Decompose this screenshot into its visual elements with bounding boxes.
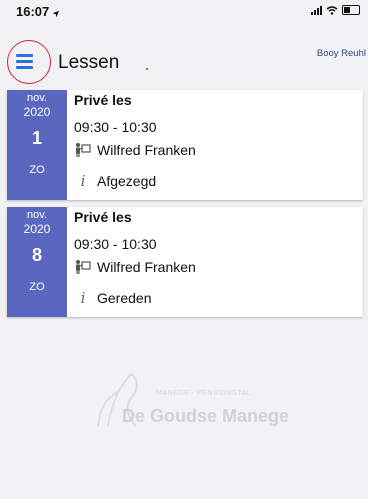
status-bar: 16:07 ➤	[0, 0, 368, 22]
lesson-date: nov. 2020 1 ZO	[7, 90, 67, 200]
trainer-row: Wilfred Franken	[75, 142, 196, 158]
lesson-status: Gereden	[97, 290, 152, 306]
menu-button[interactable]	[7, 40, 51, 84]
status-icons	[311, 5, 360, 15]
lesson-status: Afgezegd	[97, 173, 157, 189]
lesson-card[interactable]: nov. 2020 1 ZO Privé les 09:30 - 10:30 W…	[7, 90, 363, 200]
logo-subtitle: MANEGE - PENSIONSTAL	[156, 390, 252, 397]
manege-logo: MANEGE - PENSIONSTAL De Goudse Manege	[92, 368, 292, 430]
hamburger-menu-icon-line[interactable]	[16, 66, 33, 69]
trainer-name: Wilfred Franken	[97, 259, 196, 275]
trainer-row: Wilfred Franken	[75, 259, 196, 275]
lesson-info: Privé les 09:30 - 10:30 Wilfred Franken …	[67, 207, 363, 317]
battery-icon	[342, 5, 360, 15]
app-header: Lessen Booy Reuhl	[0, 22, 368, 84]
lesson-day: 8	[31, 245, 42, 265]
info-icon: i	[80, 172, 86, 190]
instructor-board-icon	[76, 260, 91, 274]
lesson-weekday: ZO	[29, 164, 45, 176]
decorative-dot	[146, 68, 148, 70]
lesson-title: Privé les	[74, 209, 132, 225]
lesson-year: 2020	[23, 222, 51, 236]
lesson-info: Privé les 09:30 - 10:30 Wilfred Franken …	[67, 90, 363, 200]
lesson-month: nov.	[27, 92, 47, 104]
hamburger-menu-icon-line[interactable]	[16, 60, 33, 63]
status-row: i Gereden	[75, 289, 152, 307]
lesson-year: 2020	[23, 105, 51, 119]
logo-name: De Goudse Manege	[122, 406, 290, 426]
lesson-card[interactable]: nov. 2020 8 ZO Privé les 09:30 - 10:30 W…	[7, 207, 363, 317]
lesson-title: Privé les	[74, 92, 132, 108]
lesson-month: nov.	[27, 209, 47, 221]
hamburger-menu-icon[interactable]	[16, 54, 33, 57]
page-title: Lessen	[58, 52, 120, 73]
trainer-name: Wilfred Franken	[97, 142, 196, 158]
time-text: 16:07	[16, 4, 50, 19]
instructor-board-icon	[76, 143, 91, 157]
info-icon: i	[80, 289, 86, 307]
lesson-time: 09:30 - 10:30	[74, 119, 157, 135]
lesson-time: 09:30 - 10:30	[74, 236, 157, 252]
lesson-day: 1	[31, 128, 42, 148]
signal-icon	[311, 5, 322, 15]
lesson-weekday: ZO	[29, 281, 45, 293]
lesson-date: nov. 2020 8 ZO	[7, 207, 67, 317]
user-name[interactable]: Booy Reuhl	[317, 48, 366, 59]
status-time: 16:07 ➤	[16, 4, 63, 20]
wifi-icon	[326, 5, 338, 15]
status-row: i Afgezegd	[75, 172, 157, 190]
location-arrow-icon: ➤	[50, 6, 63, 20]
